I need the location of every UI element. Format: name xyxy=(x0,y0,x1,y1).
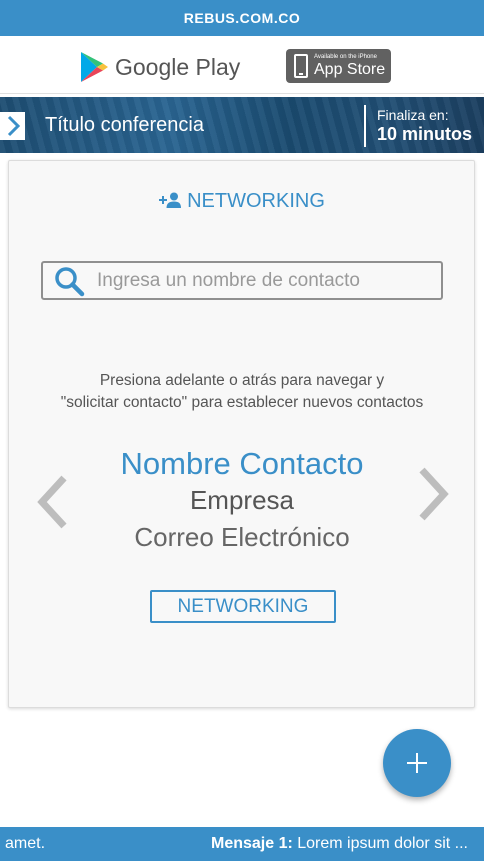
ticker-message: Mensaje 1: Lorem ipsum dolor sit ... xyxy=(211,827,468,861)
contact-search-input[interactable] xyxy=(95,268,441,293)
google-play-icon xyxy=(81,52,108,82)
contact-search[interactable] xyxy=(41,261,443,300)
app-store-small-label: Available on the iPhone xyxy=(314,54,377,60)
store-badges: Google Play Available on the iPhone App … xyxy=(0,36,484,94)
message-ticker: amet. Mensaje 1: Lorem ipsum dolor sit .… xyxy=(0,827,484,861)
conference-title: Título conferencia xyxy=(45,114,204,136)
app-store-label: App Store xyxy=(314,61,386,78)
ends-label: Finaliza en: xyxy=(377,107,449,123)
ticker-message-label: Mensaje 1: xyxy=(211,835,293,852)
site-label[interactable]: REBUS.COM.CO xyxy=(184,10,300,26)
contact-company: Empresa xyxy=(189,485,295,515)
ticker-message-text: Lorem ipsum dolor sit ... xyxy=(292,835,468,852)
expand-conference-button[interactable] xyxy=(0,112,25,140)
app-store-badge[interactable]: Available on the iPhone App Store xyxy=(286,49,391,83)
add-person-icon xyxy=(159,192,182,208)
networking-heading: NETWORKING xyxy=(0,190,484,213)
contact-name: Nombre Contacto xyxy=(120,446,364,481)
contact-email: Correo Electrónico xyxy=(134,522,350,552)
iphone-icon xyxy=(294,54,308,78)
search-icon xyxy=(55,266,85,296)
networking-heading-label: NETWORKING xyxy=(187,190,325,212)
add-fab-button[interactable] xyxy=(383,729,451,797)
conference-bar: Título conferencia Finaliza en: 10 minut… xyxy=(0,97,484,153)
instructions-line-1: Presiona adelante o atrás para navegar y xyxy=(99,372,385,389)
plus-icon xyxy=(407,753,427,773)
networking-card xyxy=(8,160,475,708)
top-banner[interactable]: REBUS.COM.CO xyxy=(0,0,484,36)
ends-value: 10 minutos xyxy=(377,124,473,144)
ticker-left-text: amet. xyxy=(5,835,46,852)
chevron-right-icon xyxy=(7,115,20,137)
navigation-instructions: Presiona adelante o atrás para navegar y… xyxy=(20,370,464,414)
networking-button[interactable]: NETWORKING xyxy=(150,590,336,623)
divider xyxy=(364,105,366,147)
google-play-badge[interactable]: Google Play xyxy=(79,51,240,83)
google-play-label: Google Play xyxy=(115,53,241,80)
instructions-line-2: "solicitar contacto" para establecer nue… xyxy=(60,394,424,411)
